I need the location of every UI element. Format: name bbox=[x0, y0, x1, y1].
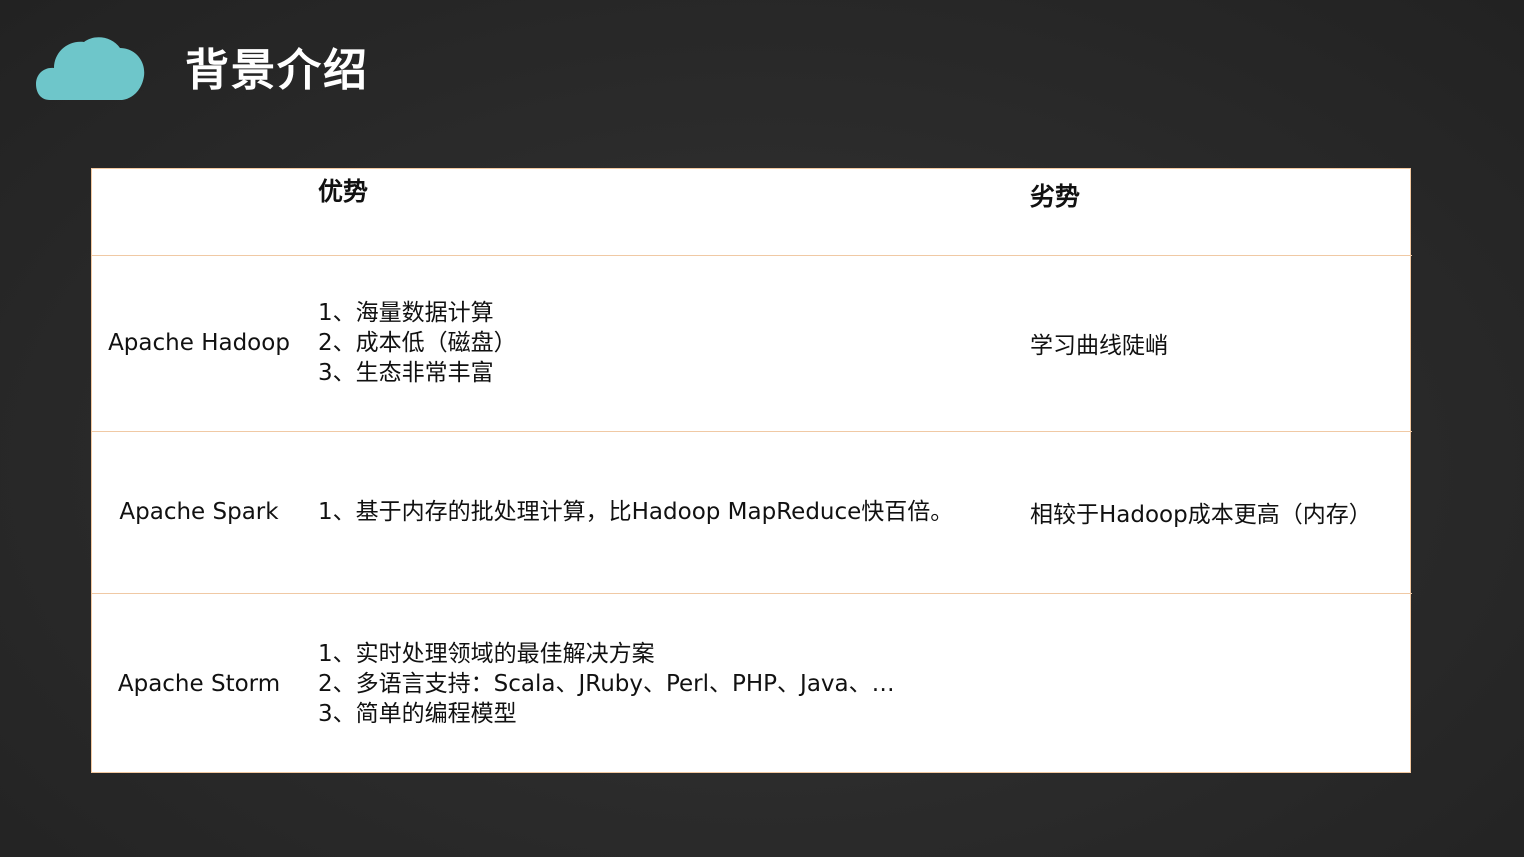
disadvantages-cell: 相较于Hadoop成本更高（内存） bbox=[1018, 431, 1412, 594]
advantage-item: 1、海量数据计算 bbox=[318, 300, 494, 326]
advantage-item: 3、简单的编程模型 bbox=[318, 700, 517, 727]
page-title: 背景介绍 bbox=[185, 45, 369, 96]
row-label-spark: Apache Spark bbox=[92, 431, 306, 594]
advantages-cell: 1、基于内存的批处理计算，比Hadoop MapReduce快百倍。 bbox=[306, 431, 1018, 594]
table-row: Apache Storm 1、实时处理领域的最佳解决方案 2、多语言支持：Sca… bbox=[92, 593, 1412, 774]
table-header-row: 优势 劣势 bbox=[92, 169, 1412, 256]
table-row: Apache Spark 1、基于内存的批处理计算，比Hadoop MapRed… bbox=[92, 431, 1412, 594]
header-cell-disadvantages: 劣势 bbox=[1018, 169, 1412, 256]
disadvantages-cell bbox=[1018, 593, 1412, 774]
header-cell-advantages: 优势 bbox=[306, 169, 1018, 256]
advantage-item: 2、成本低（磁盘） bbox=[318, 330, 517, 356]
advantages-cell: 1、海量数据计算 2、成本低（磁盘） 3、生态非常丰富 bbox=[306, 255, 1018, 432]
advantages-cell: 1、实时处理领域的最佳解决方案 2、多语言支持：Scala、JRuby、Perl… bbox=[306, 593, 1018, 774]
advantage-item: 3、生态非常丰富 bbox=[318, 360, 494, 386]
header-cell-empty bbox=[92, 169, 306, 256]
row-label-hadoop: Apache Hadoop bbox=[92, 255, 306, 432]
cloud-icon bbox=[36, 37, 145, 100]
row-label-storm: Apache Storm bbox=[117, 670, 281, 697]
comparison-table: 优势 劣势 Apache Hadoop 1、海量数据计算 2、成本低（磁盘） 3… bbox=[91, 168, 1412, 774]
table-row: Apache Hadoop 1、海量数据计算 2、成本低（磁盘） 3、生态非常丰… bbox=[92, 255, 1412, 432]
slide-header: 背景介绍 bbox=[0, 0, 1524, 130]
advantage-item: 2、多语言支持：Scala、JRuby、Perl、PHP、Java、… bbox=[318, 670, 895, 697]
disadvantages-cell: 学习曲线陡峭 bbox=[1018, 255, 1412, 432]
advantage-item: 1、实时处理领域的最佳解决方案 bbox=[318, 640, 655, 667]
advantage-item: 1、基于内存的批处理计算，比Hadoop MapReduce快百倍。 bbox=[318, 499, 954, 525]
